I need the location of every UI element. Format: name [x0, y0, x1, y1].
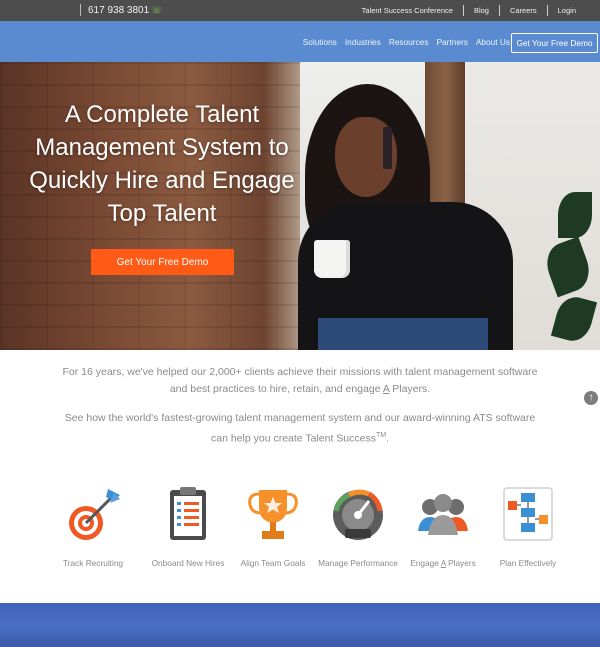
feature-label: Plan Effectively — [499, 558, 557, 568]
feature-label: Onboard New Hires — [151, 558, 225, 568]
nav-industries[interactable]: Industries — [345, 37, 381, 47]
phone-text: 617 938 3801 — [88, 4, 150, 16]
top-utility-bar: 617 938 3801 ☏ Talent Success Conference… — [0, 0, 600, 21]
link-blog[interactable]: Blog — [464, 6, 499, 15]
intro-text: For 16 years, we've helped our 2,000+ cl… — [60, 364, 540, 460]
hero-demo-button[interactable]: Get Your Free Demo — [91, 249, 234, 275]
feature-label: Align Team Goals — [240, 558, 306, 568]
trophy-icon — [244, 485, 302, 543]
footer-band — [0, 603, 600, 647]
hero-title: A Complete Talent Management System to Q… — [29, 101, 295, 227]
scroll-up-icon[interactable]: ↑ — [584, 391, 598, 405]
clipboard-icon — [159, 485, 217, 543]
feature-label: Track Recruiting — [62, 558, 124, 568]
main-nav: Solutions Industries Resources Partners … — [0, 21, 600, 62]
hero-section: A Complete Talent Management System to Q… — [0, 62, 600, 350]
nav-solutions[interactable]: Solutions — [303, 37, 337, 47]
phone-icon: ☏ — [151, 4, 163, 15]
nav-partners[interactable]: Partners — [437, 37, 468, 47]
intro-paragraph-1: For 16 years, we've helped our 2,000+ cl… — [62, 366, 538, 395]
link-talent-success-conference[interactable]: Talent Success Conference — [352, 6, 463, 15]
hero-phone-image — [383, 127, 392, 169]
hero-mug-image — [314, 240, 350, 278]
team-icon — [414, 485, 472, 543]
nav-resources[interactable]: Resources — [389, 37, 429, 47]
target-icon — [64, 485, 122, 543]
gauge-icon — [329, 485, 387, 543]
hero-person-jeans — [318, 318, 488, 350]
link-careers[interactable]: Careers — [500, 6, 547, 15]
feature-manage-performance[interactable]: Manage Performance — [315, 485, 401, 568]
flowchart-icon — [499, 485, 557, 543]
link-login[interactable]: Login — [548, 6, 586, 15]
feature-onboard-new-hires[interactable]: Onboard New Hires — [145, 485, 231, 568]
feature-track-recruiting[interactable]: Track Recruiting — [50, 485, 136, 568]
feature-engage-a-players[interactable]: Engage A Players — [400, 485, 486, 568]
intro-paragraph-2: See how the world's fastest-growing tale… — [64, 412, 536, 445]
nav-demo-button[interactable]: Get Your Free Demo — [511, 33, 598, 53]
utility-links: Talent Success Conference Blog Careers L… — [352, 0, 586, 21]
feature-plan-effectively[interactable]: Plan Effectively — [485, 485, 571, 568]
nav-about-us[interactable]: About Us — [476, 37, 510, 47]
feature-icons-row: Track Recruiting Onboard New Hires Align… — [50, 485, 560, 585]
feature-align-team-goals[interactable]: Align Team Goals — [230, 485, 316, 568]
divider — [80, 4, 81, 16]
feature-label: Engage A Players — [410, 558, 476, 568]
plant-image — [540, 182, 600, 350]
phone-number[interactable]: 617 938 3801 ☏ — [80, 4, 162, 16]
feature-label: Manage Performance — [318, 558, 398, 568]
nav-links: Solutions Industries Resources Partners … — [295, 21, 510, 62]
